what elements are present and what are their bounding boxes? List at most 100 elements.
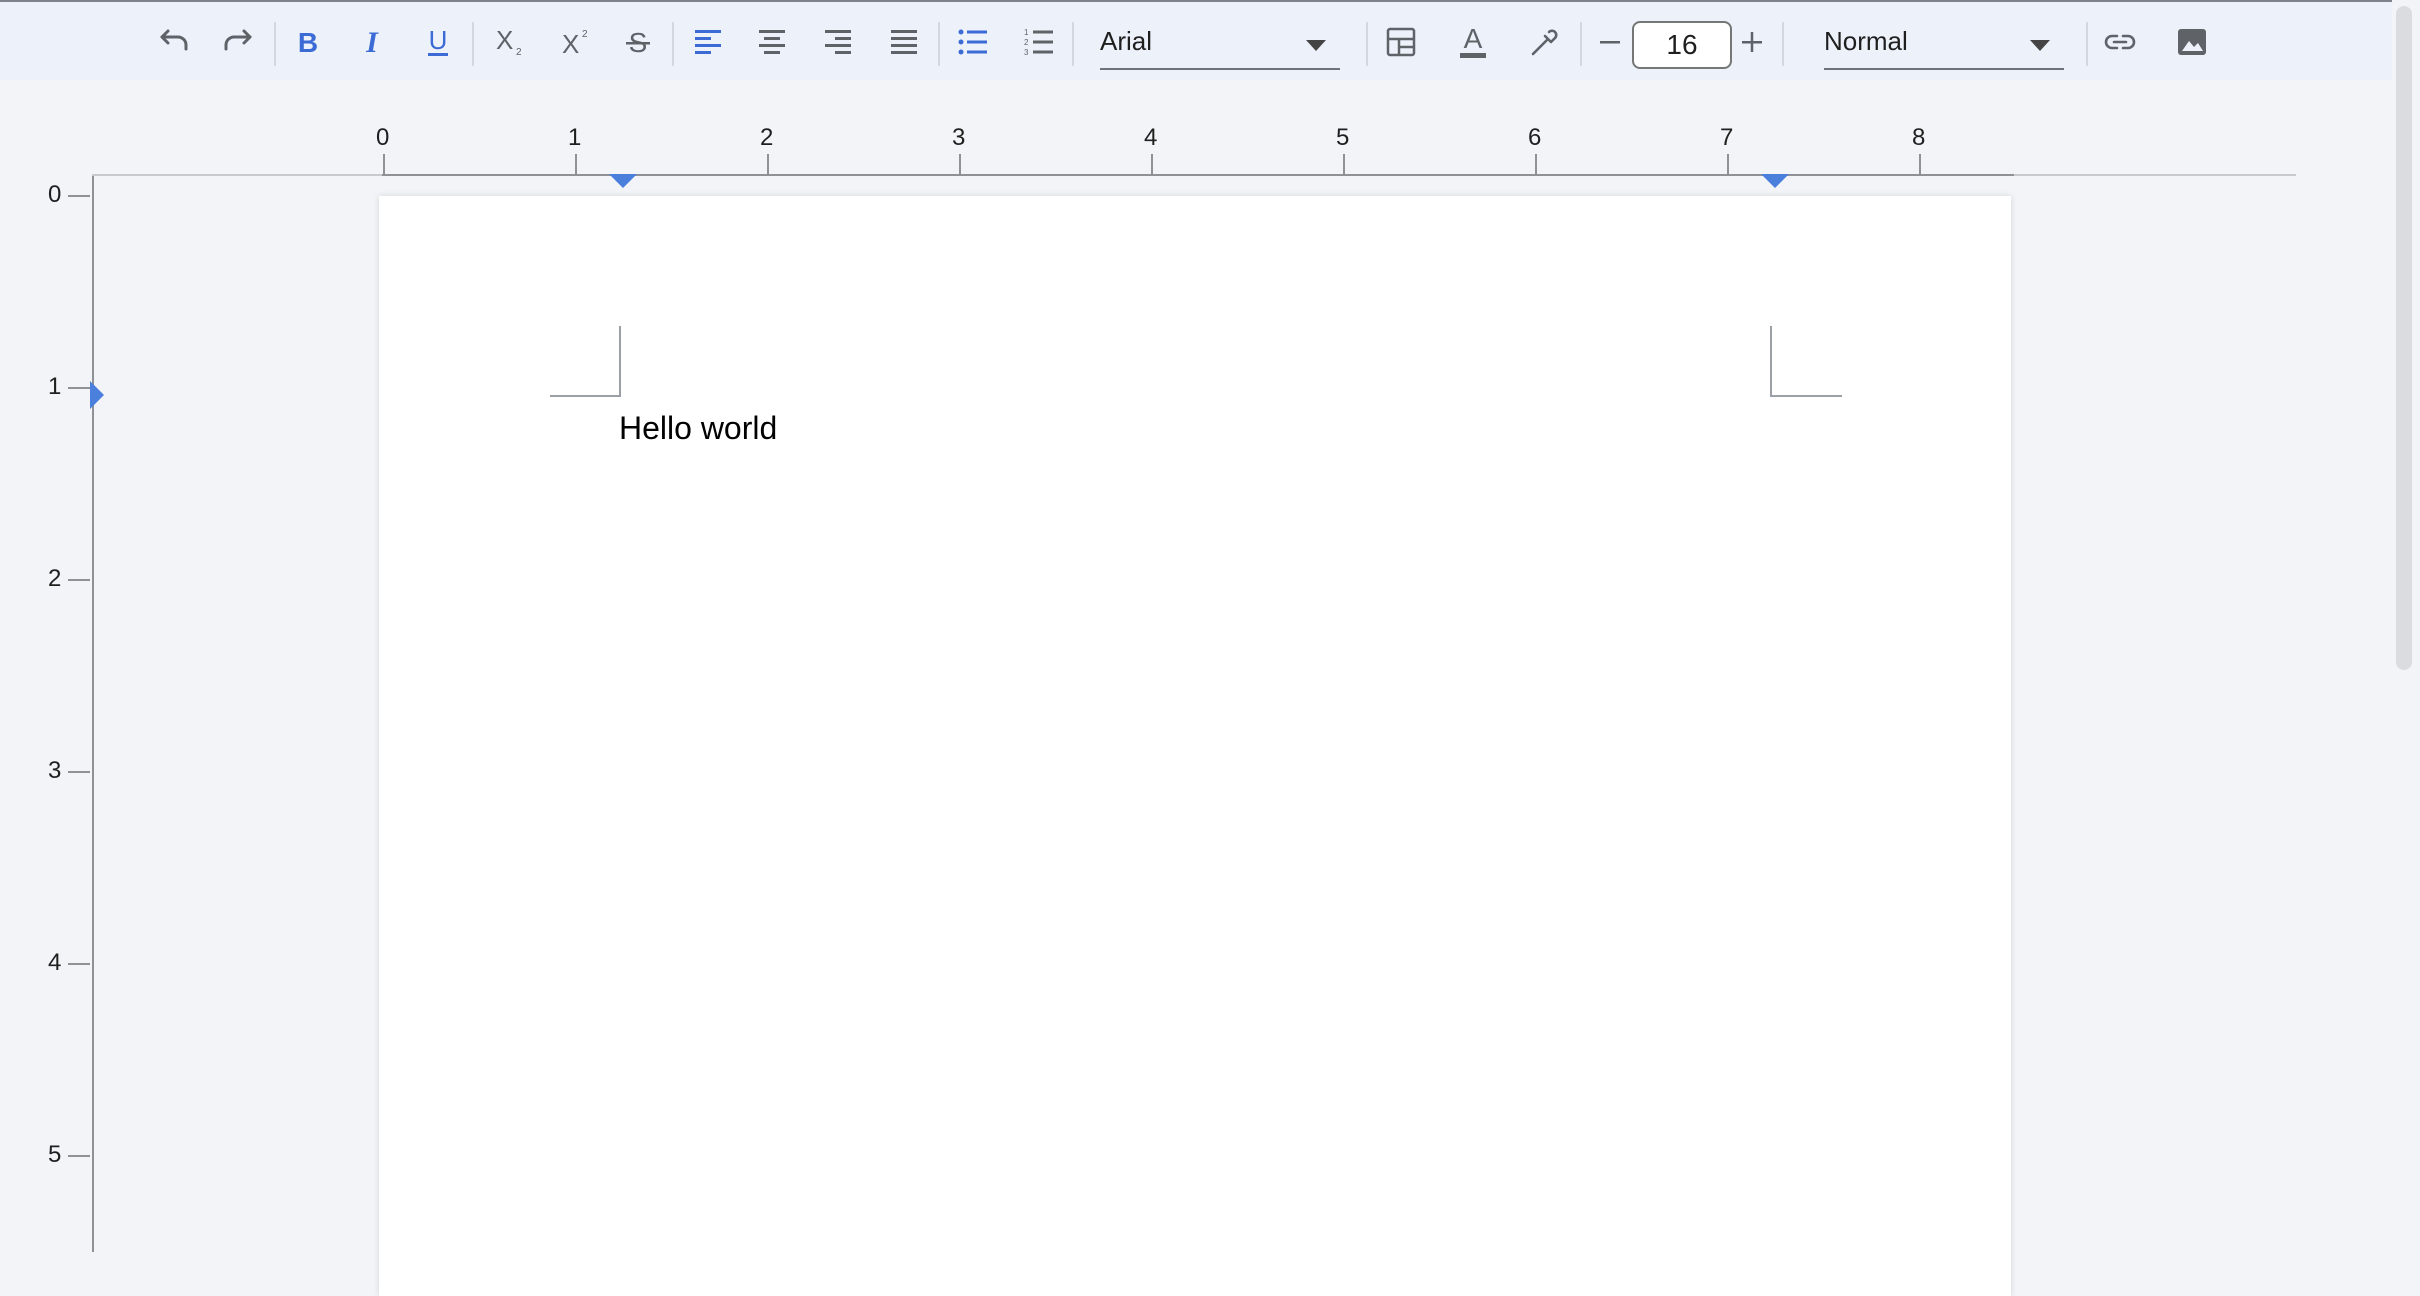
italic-button[interactable]: I — [350, 14, 394, 70]
subscript-icon: X 2 — [496, 25, 522, 58]
eyedropper-icon — [1531, 29, 1558, 56]
ruler-tick-h — [383, 154, 385, 176]
ruler-tick-h — [1343, 154, 1345, 176]
image-icon — [2178, 29, 2206, 55]
ruler-tick-h — [575, 154, 577, 176]
vertical-ruler-baseline — [92, 176, 94, 1252]
bold-button[interactable]: B — [286, 14, 330, 70]
ruler-label-h: 2 — [760, 124, 774, 151]
strikethrough-icon: S — [626, 27, 650, 58]
ruler-tick-v — [68, 195, 90, 197]
align-right-icon — [825, 30, 851, 54]
plus-icon — [1742, 32, 1762, 52]
scrollbar-thumb[interactable] — [2396, 6, 2412, 670]
toolbar-separator — [1072, 22, 1074, 66]
text-color-button[interactable]: A — [1450, 14, 1496, 70]
margin-corner-top-right — [1770, 326, 1842, 397]
insert-link-button[interactable] — [2096, 14, 2144, 70]
ruler-label-h: 1 — [568, 124, 582, 151]
toolbar-separator — [938, 22, 940, 66]
redo-button[interactable] — [214, 14, 262, 70]
svg-text:X: X — [562, 29, 579, 59]
undo-icon — [160, 29, 188, 51]
link-icon — [2104, 34, 2136, 50]
superscript-icon: X 2 — [562, 29, 588, 59]
ruler-label-v: 3 — [48, 757, 62, 784]
subscript-button[interactable]: X 2 — [488, 14, 536, 70]
chevron-down-icon — [1306, 40, 1326, 51]
ruler-label-v: 1 — [48, 373, 62, 400]
ruler-label-h: 5 — [1336, 124, 1350, 151]
ruler-label-h: 0 — [376, 124, 390, 151]
svg-text:2: 2 — [582, 29, 588, 40]
svg-text:1: 1 — [1024, 28, 1029, 37]
svg-text:X: X — [496, 25, 513, 55]
layout-button[interactable] — [1378, 14, 1424, 70]
ruler-tick-v — [68, 771, 90, 773]
bulleted-list-button[interactable] — [950, 14, 996, 70]
ruler-tick-h — [1919, 154, 1921, 176]
ruler-tick-h — [1727, 154, 1729, 176]
svg-text:2: 2 — [1024, 38, 1029, 47]
italic-icon: I — [365, 26, 379, 58]
font-size-input[interactable] — [1632, 21, 1732, 69]
toolbar-separator — [1366, 22, 1368, 66]
toolbar-separator — [1782, 22, 1784, 66]
document-body-text[interactable]: Hello world — [619, 410, 777, 447]
toolbar-separator — [672, 22, 674, 66]
align-justify-icon — [891, 30, 917, 54]
align-center-button[interactable] — [750, 14, 794, 70]
decrease-font-size-button[interactable] — [1592, 14, 1628, 70]
undo-button[interactable] — [150, 14, 198, 70]
align-right-button[interactable] — [816, 14, 860, 70]
toolbar-separator — [472, 22, 474, 66]
color-picker-button[interactable] — [1522, 14, 1568, 70]
ruler-label-h: 6 — [1528, 124, 1542, 151]
svg-text:A: A — [1464, 24, 1483, 54]
ruler-tick-h — [1151, 154, 1153, 176]
ruler-label-v: 0 — [48, 181, 62, 208]
toolbar-separator — [2086, 22, 2088, 66]
layout-icon — [1386, 27, 1416, 57]
toolbar: B I U X 2 X 2 S 1 2 3 Arial A 16 Normal — [0, 2, 2392, 80]
font-family-value: Arial — [1100, 26, 1153, 56]
svg-text:2: 2 — [516, 47, 522, 58]
align-left-icon — [695, 30, 721, 54]
font-family-dropdown[interactable]: Arial — [1100, 22, 1340, 70]
margin-corner-top-left — [550, 326, 621, 397]
bold-icon: B — [298, 27, 318, 58]
ruler-label-v: 5 — [48, 1141, 62, 1168]
ruler-tick-v — [68, 579, 90, 581]
text-color-icon: A — [1460, 24, 1486, 58]
ruler-label-h: 7 — [1720, 124, 1734, 151]
align-left-button[interactable] — [686, 14, 730, 70]
svg-text:B: B — [298, 27, 318, 58]
left-indent-marker[interactable] — [608, 174, 638, 190]
svg-text:I: I — [365, 26, 379, 58]
bulleted-list-icon — [958, 29, 987, 55]
minus-icon — [1600, 41, 1620, 44]
redo-icon — [224, 29, 252, 51]
paragraph-style-dropdown[interactable]: Normal — [1824, 22, 2064, 70]
svg-text:U: U — [429, 25, 448, 55]
right-indent-marker[interactable] — [1760, 174, 1790, 190]
ruler-label-v: 4 — [48, 949, 62, 976]
align-center-icon — [759, 30, 785, 54]
svg-text:3: 3 — [1024, 48, 1029, 57]
align-justify-button[interactable] — [882, 14, 926, 70]
top-margin-marker[interactable] — [90, 380, 106, 410]
numbered-list-button[interactable]: 1 2 3 — [1016, 14, 1062, 70]
underline-button[interactable]: U — [416, 14, 460, 70]
toolbar-separator — [274, 22, 276, 66]
insert-image-button[interactable] — [2168, 14, 2216, 70]
ruler-tick-v — [68, 1155, 90, 1157]
ruler-tick-v — [68, 963, 90, 965]
ruler-label-v: 2 — [48, 565, 62, 592]
increase-font-size-button[interactable] — [1734, 14, 1770, 70]
toolbar-separator — [1580, 22, 1582, 66]
ruler-label-h: 3 — [952, 124, 966, 151]
underline-icon: U — [428, 25, 448, 56]
strikethrough-button[interactable]: S — [616, 14, 660, 70]
ruler-label-h: 8 — [1912, 124, 1926, 151]
superscript-button[interactable]: X 2 — [554, 14, 602, 70]
